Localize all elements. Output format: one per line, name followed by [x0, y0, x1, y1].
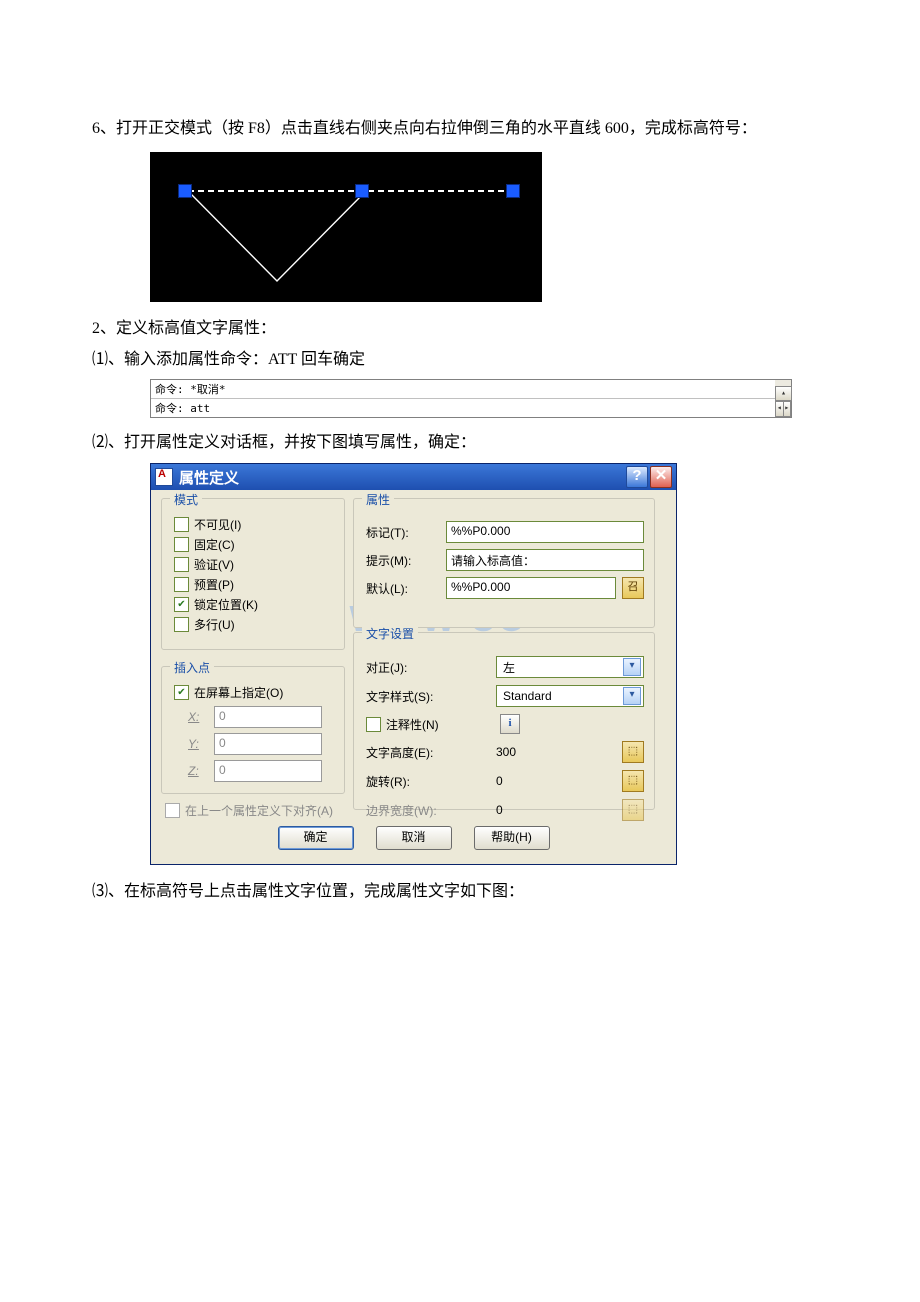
dialog-title-text: 属性定义 — [179, 467, 239, 488]
insert-field-icon[interactable]: 召 — [622, 577, 644, 599]
label-tag: 标记(T): — [366, 524, 446, 541]
label-rotation: 旋转(R): — [366, 773, 496, 790]
label-default: 默认(L): — [366, 580, 446, 597]
scroll-right-icon[interactable]: ▸ — [784, 401, 792, 417]
dialog-app-icon — [155, 468, 173, 486]
group-mode: 模式 不可见(I) 固定(C) 验证(V) 预置(P) 锁定位置(K) 多行(U… — [161, 498, 345, 650]
label-prompt: 提示(M): — [366, 552, 446, 569]
input-default[interactable]: %%P0.000 — [446, 577, 616, 599]
grip-mid — [355, 184, 369, 198]
group-attr-legend: 属性 — [362, 491, 394, 508]
close-icon[interactable]: ✕ — [650, 466, 672, 488]
input-x: 0 — [214, 706, 322, 728]
label-text-height: 文字高度(E): — [366, 744, 496, 761]
chk-multiline[interactable]: 多行(U) — [174, 616, 334, 633]
dialog-titlebar: 属性定义 ? ✕ — [151, 464, 676, 490]
group-attribute: 属性 标记(T): %%P0.000 提示(M): 请输入标高值： 默认(L):… — [353, 498, 655, 628]
info-icon[interactable]: i — [500, 714, 520, 734]
label-y: Y: — [188, 737, 214, 751]
help-button[interactable]: 帮助(H) — [474, 826, 550, 850]
chk-specify-onscreen[interactable]: 在屏幕上指定(O) — [174, 684, 334, 701]
command-line-figure: 命令: *取消* 命令: att ▴ ◂ ▸ — [150, 379, 792, 418]
attribute-definition-dialog: 属性定义 ? ✕ WWW CO 模式 不可见(I) 固定(C) 验证(V) 预置… — [150, 463, 677, 865]
cad-viewport-figure — [150, 152, 542, 302]
pick-rotation-icon[interactable]: ⬚ — [622, 770, 644, 792]
chk-lock[interactable]: 锁定位置(K) — [174, 596, 334, 613]
input-tag[interactable]: %%P0.000 — [446, 521, 644, 543]
chk-annotative[interactable]: 注释性(N) — [366, 716, 496, 733]
ok-button[interactable]: 确定 — [278, 826, 354, 850]
scroll-up-icon[interactable]: ▴ — [775, 386, 792, 401]
paragraph-2-2: ⑵、打开属性定义对话框，并按下图填写属性，确定： — [60, 430, 860, 456]
cmd-line-2: 命令: att — [151, 398, 791, 417]
input-rotation[interactable]: 0 — [496, 774, 616, 788]
select-textstyle[interactable]: Standard▾ — [496, 685, 644, 707]
triangle-shape — [188, 191, 366, 283]
scroll-left-icon[interactable]: ◂ — [775, 401, 784, 417]
grip-right — [506, 184, 520, 198]
label-z: Z: — [188, 764, 214, 778]
cmd-line-1: 命令: *取消* — [151, 380, 791, 398]
group-insert-point: 插入点 在屏幕上指定(O) X:0 Y:0 Z:0 — [161, 666, 345, 794]
paragraph-6: 6、打开正交模式（按 F8）点击直线右侧夹点向右拉伸倒三角的水平直线 600，完… — [60, 116, 860, 142]
group-insert-legend: 插入点 — [170, 659, 214, 676]
chk-preset[interactable]: 预置(P) — [174, 576, 334, 593]
chk-fixed[interactable]: 固定(C) — [174, 536, 334, 553]
grip-left — [178, 184, 192, 198]
label-x: X: — [188, 710, 214, 724]
chk-verify[interactable]: 验证(V) — [174, 556, 334, 573]
input-z: 0 — [214, 760, 322, 782]
cmd-scrollbar: ▴ ◂ ▸ — [775, 380, 791, 417]
group-text-legend: 文字设置 — [362, 625, 418, 642]
chevron-down-icon: ▾ — [623, 687, 641, 705]
pick-height-icon[interactable]: ⬚ — [622, 741, 644, 763]
label-textstyle: 文字样式(S): — [366, 688, 496, 705]
help-icon[interactable]: ? — [626, 466, 648, 488]
group-text-settings: 文字设置 对正(J): 左▾ 文字样式(S): Standard▾ 注释性(N) — [353, 632, 655, 810]
paragraph-2: 2、定义标高值文字属性： — [60, 316, 860, 342]
cancel-button[interactable]: 取消 — [376, 826, 452, 850]
paragraph-2-3: ⑶、在标高符号上点击属性文字位置，完成属性文字如下图： — [60, 879, 860, 905]
select-justify[interactable]: 左▾ — [496, 656, 644, 678]
input-prompt[interactable]: 请输入标高值： — [446, 549, 644, 571]
group-mode-legend: 模式 — [170, 491, 202, 508]
paragraph-2-1: ⑴、输入添加属性命令：ATT 回车确定 — [60, 347, 860, 373]
chk-invisible[interactable]: 不可见(I) — [174, 516, 334, 533]
chevron-down-icon: ▾ — [623, 658, 641, 676]
chk-annotative-wrap: 注释性(N) — [366, 716, 496, 733]
chk-align-below-prev: 在上一个属性定义下对齐(A) — [165, 802, 662, 819]
label-justify: 对正(J): — [366, 659, 496, 676]
input-text-height[interactable]: 300 — [496, 745, 616, 759]
input-y: 0 — [214, 733, 322, 755]
